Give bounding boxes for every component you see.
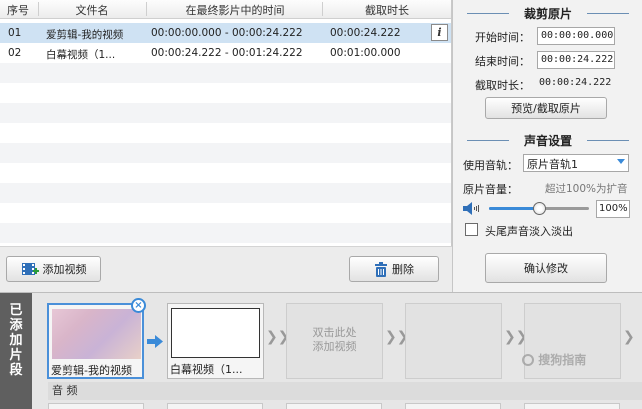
column-time-in-movie: 在最终影片中的时间 (185, 4, 285, 17)
table-row[interactable]: 02 白幕视频（1... 00:00:24.222 - 00:01:24.222… (0, 43, 451, 63)
track-select[interactable]: 原片音轨1 (523, 154, 629, 172)
column-index: 序号 (7, 4, 29, 17)
added-clips-tab[interactable]: 已 添 加 片 段 (0, 293, 32, 409)
volume-slider-track[interactable] (489, 202, 589, 215)
empty-row (0, 63, 451, 83)
watermark: 搜狗指南 (522, 351, 586, 368)
fade-checkbox[interactable] (465, 223, 478, 236)
info-icon[interactable]: i (431, 24, 448, 41)
volume-label: 原片音量： (463, 183, 518, 196)
watermark-logo-icon (522, 354, 534, 366)
add-video-button[interactable]: 添加视频 (6, 256, 101, 282)
slot-hint-line1: 双击此处 (312, 326, 357, 339)
tab-char: 段 (9, 363, 23, 378)
start-time-label: 开始时间： (475, 31, 530, 44)
row-duration: 00:00:24.222 (330, 27, 401, 39)
preview-crop-button[interactable]: 预览/截取原片 (485, 97, 607, 119)
chevron-right-icon: ❯ (623, 329, 635, 345)
add-video-label: 添加视频 (42, 263, 87, 276)
delete-label: 删除 (392, 263, 414, 276)
film-add-icon (21, 263, 39, 275)
empty-row (0, 83, 451, 103)
empty-row (0, 103, 451, 123)
added-clips-strip: 已 添 加 片 段 爱剪辑-我的视频 × 白幕视频（1... ❯❯ 双击此处 添… (0, 292, 642, 409)
remove-clip-icon[interactable]: × (131, 298, 146, 313)
empty-row (0, 143, 451, 163)
end-time-field[interactable]: 00:00:24.222 (537, 51, 615, 69)
empty-row (0, 203, 451, 223)
empty-row (0, 223, 451, 243)
row-duration: 00:01:00.000 (330, 47, 401, 59)
track-select-value: 原片音轨1 (527, 158, 578, 171)
volume-slider-thumb[interactable] (532, 202, 546, 215)
empty-slot[interactable] (405, 303, 502, 379)
tab-char: 已 (9, 303, 23, 318)
divider (587, 13, 629, 14)
clip-preview-image (52, 309, 141, 359)
empty-row (0, 163, 451, 183)
tab-char: 加 (9, 333, 23, 348)
chevron-down-icon (617, 159, 625, 164)
audio-slot[interactable] (167, 403, 263, 409)
trash-icon (375, 261, 387, 277)
volume-input[interactable]: 100% (596, 200, 630, 218)
audio-slot[interactable] (524, 403, 620, 409)
clip-thumbnail[interactable]: 白幕视频（1... (167, 303, 264, 379)
row-index: 01 (8, 27, 22, 39)
divider (587, 140, 629, 141)
clip-preview-image (171, 308, 260, 358)
confirm-button[interactable]: 确认修改 (485, 253, 607, 283)
row-time-range: 00:00:00.000 - 00:00:24.222 (151, 27, 303, 39)
settings-panel: 裁剪原片 开始时间： 00:00:00.000 结束时间： 00:00:24.2… (452, 0, 642, 292)
fade-label: 头尾声音淡入淡出 (485, 225, 573, 238)
clip-caption: 白幕视频（1... (170, 363, 243, 376)
table-row[interactable]: 01 爱剪辑-我的视频 00:00:00.000 - 00:00:24.222 … (0, 23, 451, 43)
tab-char: 添 (9, 318, 23, 333)
column-duration: 截取时长 (365, 4, 409, 17)
volume-slider-fill (489, 207, 539, 210)
arrow-right-icon (147, 335, 163, 348)
preview-crop-label: 预览/截取原片 (511, 102, 581, 115)
table-header: 序号 文件名 在最终影片中的时间 截取时长 (0, 0, 451, 19)
duration-label: 截取时长： (475, 79, 530, 92)
confirm-label: 确认修改 (524, 262, 568, 275)
row-index: 02 (8, 47, 22, 59)
tab-char: 片 (9, 348, 23, 363)
end-time-label: 结束时间： (475, 55, 530, 68)
list-action-bar: 添加视频 删除 (0, 246, 452, 292)
delete-button[interactable]: 删除 (349, 256, 439, 282)
start-time-field[interactable]: 00:00:00.000 (537, 27, 615, 45)
volume-hint: 超过100%为扩音 (545, 183, 628, 195)
row-filename: 爱剪辑-我的视频 (46, 29, 124, 41)
watermark-text: 搜狗指南 (538, 353, 587, 367)
row-time-range: 00:00:24.222 - 00:01:24.222 (151, 47, 303, 59)
column-filename: 文件名 (75, 4, 109, 17)
duration-value: 00:00:24.222 (539, 77, 612, 88)
audio-slot[interactable] (48, 403, 144, 409)
clip-thumbnail[interactable]: 爱剪辑-我的视频 (47, 303, 144, 379)
speaker-icon[interactable] (463, 202, 481, 215)
slot-hint-line2: 添加视频 (312, 340, 357, 353)
track-label: 使用音轨： (463, 159, 518, 172)
audio-slot[interactable] (286, 403, 382, 409)
row-filename: 白幕视频（1... (46, 49, 116, 61)
audio-slot[interactable] (405, 403, 501, 409)
empty-row (0, 183, 451, 203)
add-video-slot[interactable]: 双击此处 添加视频 (286, 303, 383, 379)
clip-list-table: 序号 文件名 在最终影片中的时间 截取时长 01 爱剪辑-我的视频 00:00:… (0, 0, 452, 246)
empty-row (0, 123, 451, 143)
audio-track-label: 音 频 (48, 382, 642, 400)
clip-caption: 爱剪辑-我的视频 (51, 364, 132, 377)
